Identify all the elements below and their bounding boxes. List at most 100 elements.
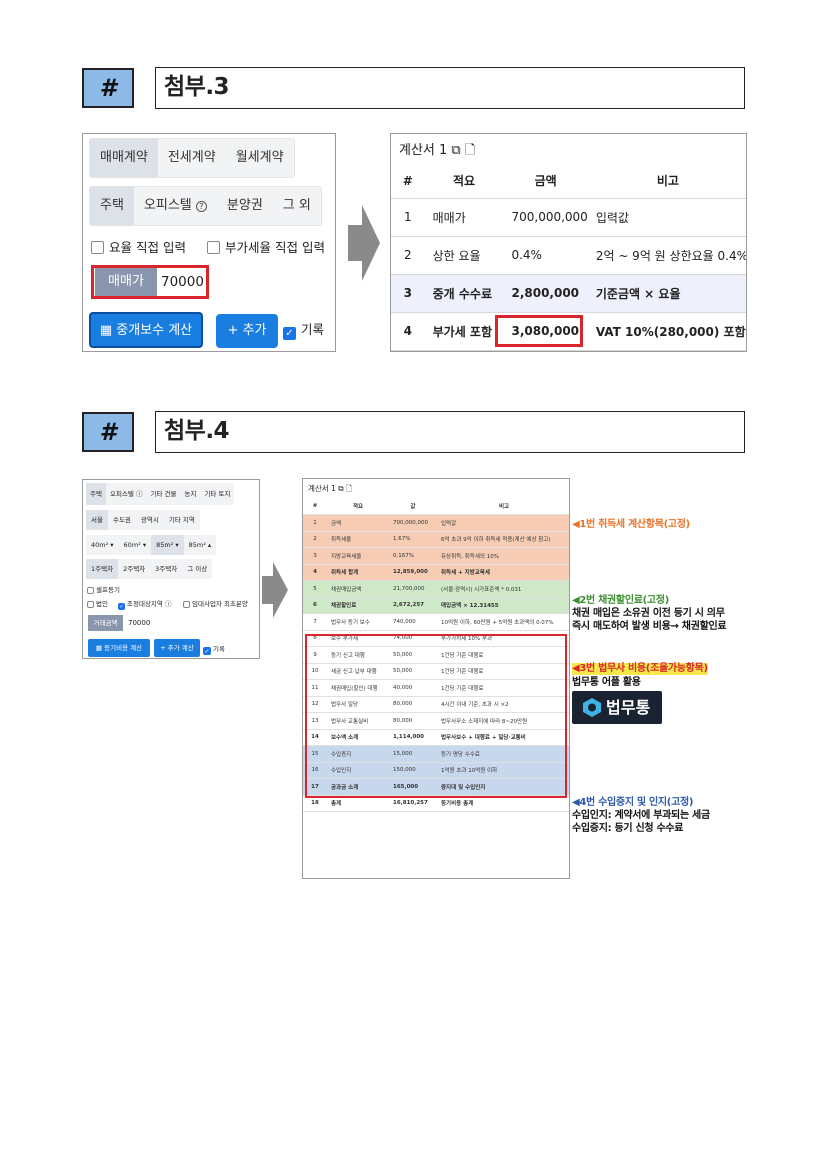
tab-other-land[interactable]: 기타 토지 — [200, 483, 234, 505]
annotation-stamp-line2: 수입증지: 등기 신청 수수료 — [572, 823, 684, 834]
area-tabs: 40m² ▾ 60m² ▾ 85m² ▾ 85m² ▴ — [86, 535, 217, 555]
tab-officetel[interactable]: 오피스텔 ⓘ — [106, 483, 147, 505]
tab-monthly[interactable]: 월세계약 — [226, 139, 294, 177]
table-row: 7 법무사 등기 보수 740,000 10억원 이하, 60만원 + 5억원 초과액… — [303, 613, 569, 631]
table-row: 1 금액 700,000,000 입력값 — [303, 514, 569, 532]
table-row: 3 지방교육세율 0.167% 유상취득, 취득세의 10% — [303, 547, 569, 565]
col-note: 비고 — [587, 164, 746, 199]
help-icon: ⓘ — [135, 490, 143, 498]
check-icon: ✓ — [283, 327, 296, 340]
checkbox-icon — [91, 241, 104, 254]
record-checkbox[interactable]: ✓ 기록 — [283, 319, 324, 340]
rate-checkbox[interactable]: 요율 직접 입력 — [91, 237, 186, 256]
tab-more[interactable]: 그 이상 — [182, 559, 212, 579]
annotation-lawyer-line1: 법무통 어플 활용 — [572, 677, 641, 688]
table-row: 4 취득세 합계 12,859,000 취득세 + 지방교육세 — [303, 564, 569, 581]
arrow-right-icon — [262, 562, 288, 618]
tab-other-building[interactable]: 기타 건물 — [146, 483, 180, 505]
tab-seoul[interactable]: 서울 — [86, 510, 108, 530]
checkbox-icon — [87, 587, 94, 594]
check-icon: ✓ — [118, 603, 125, 610]
owner-tabs: 1주택자 2주택자 3주택자 그 이상 — [86, 559, 213, 579]
tab-one-house[interactable]: 1주택자 — [86, 559, 119, 579]
price-highlight — [91, 265, 209, 299]
tab-capital[interactable]: 수도권 — [108, 510, 136, 530]
tab-two-house[interactable]: 2주택자 — [118, 559, 150, 579]
arrow-right-icon — [348, 205, 380, 281]
tab-house[interactable]: 주택 — [86, 483, 106, 505]
self-registration-checkbox[interactable]: 셀프등기 — [87, 584, 120, 594]
tab-other[interactable]: 그 외 — [273, 187, 321, 225]
section4-title: 첨부.4 — [155, 411, 745, 453]
annotation-stamp-line1: 수입인지: 계약서에 부과되는 세금 — [572, 810, 710, 821]
calc-sheet-panel: 계산서 1 ⧉ 🗋 # 적요 금액 비고 1 매매가 700,000,000 입력값 … — [390, 133, 747, 352]
annotation-stamp-title: ◀4번 수입증지 및 인지(고정) — [572, 797, 694, 808]
adjustment-area-checkbox[interactable]: ✓ 조정대상지역 ⓘ — [118, 598, 171, 610]
annotation-bond-line1: 채권 매입은 소유권 이전 등기 시 의무 — [572, 608, 725, 619]
tab-other-region[interactable]: 기타 지역 — [164, 510, 200, 530]
col-num: # — [303, 498, 327, 515]
brokerage-form-panel: 매매계약 전세계약 월세계약 주택 오피스텔 ? 분양권 그 외 요율 직접 입… — [82, 133, 336, 352]
checkbox-icon — [207, 241, 220, 254]
record-checkbox[interactable]: ✓ 기록 — [203, 643, 225, 655]
section3-hash: # — [82, 68, 134, 108]
checkbox-icon — [183, 601, 190, 608]
tab-metro[interactable]: 광역시 — [136, 510, 164, 530]
vat-checkbox[interactable]: 부가세율 직접 입력 — [207, 237, 325, 256]
tab-presale[interactable]: 분양권 — [217, 187, 273, 225]
table-row: 5 채권매입금액 21,700,000 (서울·광역시) 시가표준액 * 0.031 — [303, 580, 569, 598]
calc-sheet-title: 계산서 1 ⧉ 🗋 — [308, 484, 353, 493]
rental-business-checkbox[interactable]: 임대사업자 최초분양 — [183, 598, 248, 608]
tab-area-60[interactable]: 60m² ▾ — [119, 535, 152, 555]
tab-house[interactable]: 주택 — [90, 187, 134, 225]
table-row: 3 중개 수수료 2,800,000 기준금액 × 요율 — [391, 274, 746, 313]
tab-area-85-over[interactable]: 85m² ▴ — [184, 535, 217, 555]
calculator-icon: ▦ — [99, 323, 117, 338]
tab-area-85-under[interactable]: 85m² ▾ — [151, 535, 184, 555]
annotation-bond-title: ◀2번 채권할인료(고정) — [572, 595, 669, 606]
annotation-acquisition-tax: ◀1번 취득세 계산항목(고정) — [572, 519, 690, 530]
app-shield-icon — [583, 698, 601, 717]
tab-jeonse[interactable]: 전세계약 — [158, 139, 226, 177]
app-logo: 법무통 — [572, 691, 662, 724]
col-amount: 금액 — [503, 164, 588, 199]
tab-three-house[interactable]: 3주택자 — [150, 559, 182, 579]
col-num: # — [391, 164, 425, 199]
col-desc: 적요 — [424, 164, 504, 199]
check-icon: ✓ — [203, 647, 211, 655]
tab-area-40[interactable]: 40m² ▾ — [86, 535, 119, 555]
section4-hash: # — [82, 412, 134, 452]
corporation-checkbox[interactable]: 법인 — [87, 598, 108, 608]
copy-icon[interactable]: ⧉ — [447, 143, 465, 158]
table-row: 6 채권할인료 2,672,257 매입금액 × 12.31455 — [303, 597, 569, 614]
tab-farmland[interactable]: 농지 — [180, 483, 200, 505]
amount-label: 거래금액 — [88, 615, 123, 631]
amount-input[interactable]: 70000 — [125, 615, 175, 631]
col-desc: 적요 — [327, 498, 389, 515]
file-icon[interactable]: 🗋 — [346, 484, 352, 493]
help-icon: ? — [195, 201, 207, 212]
col-note: 비고 — [437, 498, 569, 515]
add-calc-button[interactable]: + 추가 계산 — [154, 639, 200, 657]
copy-icon[interactable]: ⧉ — [336, 484, 346, 493]
registration-form-panel: 주택 오피스텔 ⓘ 기타 건물 농지 기타 토지 서울 수도권 광역시 기타 지… — [82, 479, 260, 659]
contract-type-tabs: 매매계약 전세계약 월세계약 — [89, 138, 295, 178]
calc-brokerage-button[interactable]: ▦ 중개보수 계산 — [89, 312, 203, 348]
app-name: 법무통 — [606, 698, 651, 717]
tab-sale[interactable]: 매매계약 — [90, 139, 158, 177]
calculator-icon: ▦ — [95, 644, 105, 652]
region-tabs: 서울 수도권 광역시 기타 지역 — [86, 510, 200, 530]
calc-registration-button[interactable]: ▦ 등기비용 계산 — [88, 639, 150, 657]
col-value: 값 — [389, 498, 437, 515]
table-row: 2 취득세율 1.67% 6억 초과 9억 이하 취득세 적용(계산 예상 참고) — [303, 531, 569, 548]
calc-sheet-title: 계산서 1 ⧉ 🗋 — [399, 143, 476, 158]
property-type-tabs: 주택 오피스텔 ? 분양권 그 외 — [89, 186, 322, 226]
tab-officetel[interactable]: 오피스텔 ? — [134, 187, 217, 225]
checkbox-icon — [87, 601, 94, 608]
file-icon[interactable]: 🗋 — [465, 143, 475, 158]
total-highlight — [495, 315, 583, 347]
add-button[interactable]: + 추가 — [216, 314, 278, 348]
lawyer-fee-highlight — [305, 634, 567, 798]
annotation-bond-line2: 즉시 매도하여 발생 비용→ 채권할인료 — [572, 621, 727, 632]
annotation-lawyer-title: ◀3번 법무사 비용(조율가능항목) — [572, 663, 708, 675]
